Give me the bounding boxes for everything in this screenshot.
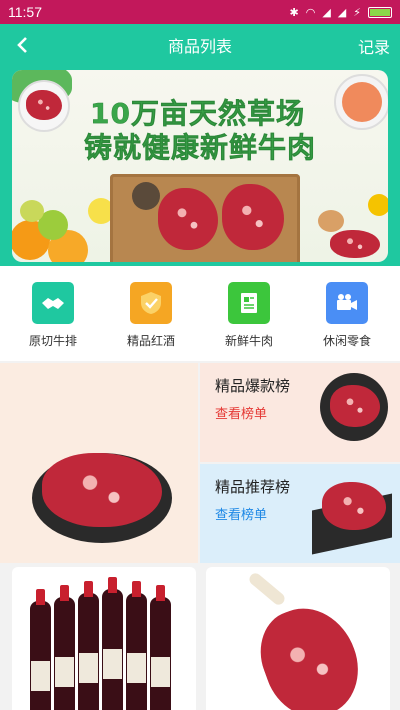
status-icons: ✱ ◠ ◢ ◢ ⚡ xyxy=(289,5,392,19)
steak-slices-decoration xyxy=(330,230,380,258)
cutting-board-decoration xyxy=(110,174,300,262)
product-grid xyxy=(0,563,400,710)
promo-recommend-title: 精品推荐榜 xyxy=(215,478,291,496)
handshake-icon xyxy=(32,282,74,324)
bluetooth-icon: ✱ xyxy=(289,5,299,19)
pepper-decoration xyxy=(20,200,44,222)
category-beef[interactable]: 新鲜牛肉 xyxy=(204,282,294,361)
steak-image xyxy=(330,385,380,427)
category-label: 新鲜牛肉 xyxy=(224,334,273,348)
steak-decoration-2 xyxy=(222,184,284,250)
banner-headline-2: 铸就健康新鲜牛肉 xyxy=(84,131,317,165)
category-label: 休闲零食 xyxy=(322,334,371,348)
promo-recommend-link[interactable]: 查看榜单 xyxy=(215,504,267,523)
promo-hot-link[interactable]: 查看榜单 xyxy=(215,403,267,422)
charging-icon: ⚡ xyxy=(353,5,361,19)
category-snacks[interactable]: 休闲零食 xyxy=(302,282,392,361)
page-title: 商品列表 xyxy=(167,37,232,56)
signal-icon: ◢ xyxy=(322,5,331,19)
wine-bottle-image xyxy=(102,577,123,710)
category-menu: 原切牛排 精品红酒 新鲜牛肉 休闲零食 xyxy=(0,266,400,361)
category-label: 精品红酒 xyxy=(126,334,175,348)
product-card-beef[interactable] xyxy=(206,567,390,710)
wine-bottle-image xyxy=(54,585,75,710)
meat-cubes-decoration xyxy=(26,90,62,120)
pepper-bowl-decoration xyxy=(132,182,160,210)
wine-bottle-image xyxy=(126,581,147,710)
promo-section: 精品爆款榜 查看榜单 精品推荐榜 查看榜单 xyxy=(0,363,400,563)
wifi-icon: ◠ xyxy=(305,5,316,19)
promo-hot-card[interactable]: 精品爆款榜 查看榜单 xyxy=(200,363,400,462)
banner[interactable]: 10万亩天然草场 铸就健康新鲜牛肉 xyxy=(0,66,400,266)
status-bar: 11:57 ✱ ◠ ◢ ◢ ⚡ xyxy=(0,0,400,24)
steak-image xyxy=(322,482,386,530)
category-wine[interactable]: 精品红酒 xyxy=(106,282,196,361)
video-camera-icon xyxy=(326,282,368,324)
wine-bottle-image xyxy=(150,585,171,710)
steak-image xyxy=(42,453,162,527)
category-steak[interactable]: 原切牛排 xyxy=(8,282,98,361)
document-icon xyxy=(228,282,270,324)
wine-bottle-image xyxy=(78,581,99,710)
promo-recommend-card[interactable]: 精品推荐榜 查看榜单 xyxy=(200,464,400,563)
banner-card[interactable]: 10万亩天然草场 铸就健康新鲜牛肉 xyxy=(12,70,388,262)
shield-check-icon xyxy=(130,282,172,324)
status-time: 11:57 xyxy=(8,4,42,20)
signal-icon-2: ◢ xyxy=(337,5,347,19)
salmon-decoration xyxy=(342,82,382,122)
promo-featured-card[interactable] xyxy=(0,363,198,563)
record-button[interactable]: 记录 xyxy=(358,34,390,58)
mushroom-decoration xyxy=(318,210,344,232)
tomahawk-steak-image xyxy=(247,594,373,710)
battery-icon xyxy=(368,6,392,18)
yellow-pepper-decoration xyxy=(368,194,388,216)
bone-image xyxy=(247,570,287,608)
product-card-wine[interactable] xyxy=(12,567,196,710)
promo-hot-title: 精品爆款榜 xyxy=(215,377,291,395)
wine-bottle-image xyxy=(30,589,51,710)
category-label: 原切牛排 xyxy=(28,334,77,348)
steak-decoration xyxy=(158,188,218,250)
nav-bar: 商品列表 记录 xyxy=(0,24,400,66)
